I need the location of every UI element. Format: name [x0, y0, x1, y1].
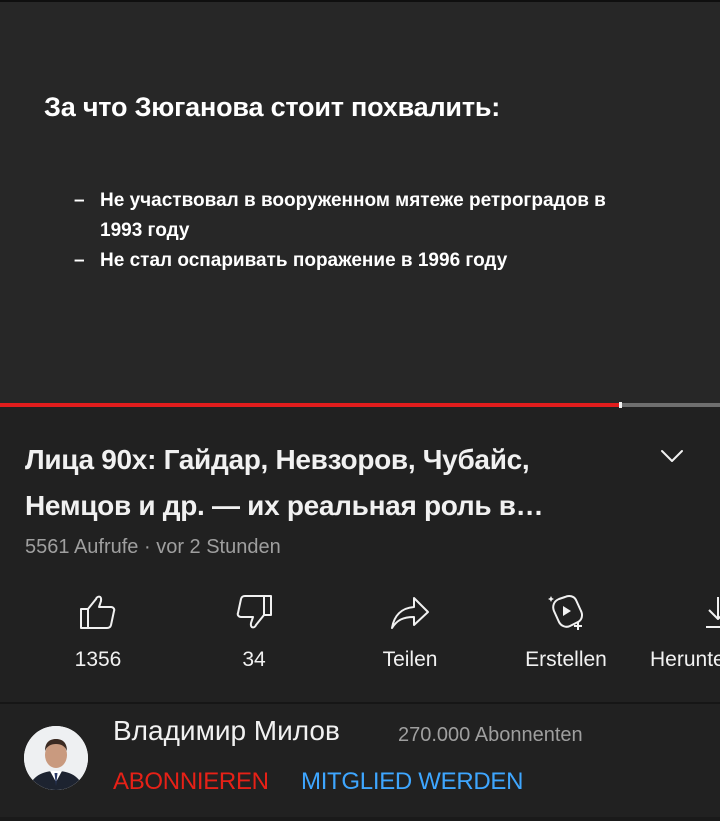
- join-membership-button[interactable]: MITGLIED WERDEN: [301, 768, 523, 796]
- like-count: 1356: [74, 648, 122, 671]
- slide-bullet: – Не участвовал в вооруженном мятеже рет…: [74, 186, 634, 246]
- dislike-button[interactable]: 34: [189, 586, 319, 686]
- bullet-text: Не стал оспаривать поражение в 1996 году: [100, 250, 508, 271]
- share-arrow-icon: [391, 597, 429, 629]
- view-count-and-date: 5561 Aufrufe · vor 2 Stunden: [25, 536, 281, 558]
- subscriber-count: 270.000 Abonnenten: [398, 724, 583, 746]
- video-player[interactable]: За что Зюганова стоит похвалить: – Не уч…: [0, 2, 720, 404]
- channel-name[interactable]: Владимир Милов: [113, 715, 340, 747]
- action-bar: 1356 34 Teilen Erstellen Herunterladen: [0, 586, 720, 686]
- progress-played: [0, 403, 620, 407]
- video-title[interactable]: Лица 90х: Гайдар, Невзоров, Чубайс, Немц…: [25, 437, 635, 529]
- like-button[interactable]: 1356: [33, 586, 163, 686]
- create-sparkle-icon: [548, 595, 583, 630]
- create-label: Erstellen: [525, 648, 607, 671]
- download-icon: [706, 597, 720, 628]
- avatar-photo: [24, 726, 88, 790]
- thumbs-down-icon: [236, 595, 272, 629]
- share-button[interactable]: Teilen: [345, 586, 475, 686]
- share-label: Teilen: [382, 648, 438, 671]
- slide-title: За что Зюганова стоит похвалить:: [44, 92, 501, 122]
- dislike-count: 34: [242, 648, 266, 671]
- slide-bullet: – Не стал оспаривать поражение в 1996 го…: [74, 246, 634, 276]
- bottom-edge: [0, 817, 720, 821]
- slide-bullet-list: – Не участвовал в вооруженном мятеже рет…: [74, 186, 634, 276]
- create-button[interactable]: Erstellen: [501, 586, 631, 686]
- download-label: Herunterladen: [650, 648, 720, 671]
- chevron-down-icon[interactable]: [656, 440, 688, 472]
- download-button[interactable]: Herunterladen: [648, 586, 720, 686]
- bullet-dash: –: [74, 250, 85, 271]
- bullet-dash: –: [74, 190, 85, 211]
- video-progress-bar[interactable]: [0, 402, 720, 408]
- subscribe-button[interactable]: ABONNIEREN: [113, 768, 269, 796]
- thumbs-up-icon: [80, 595, 116, 629]
- progress-scrubber[interactable]: [619, 402, 623, 408]
- bullet-text: Не участвовал в вооруженном мятеже ретро…: [100, 190, 606, 241]
- channel-avatar[interactable]: [24, 726, 88, 790]
- section-divider: [0, 702, 720, 704]
